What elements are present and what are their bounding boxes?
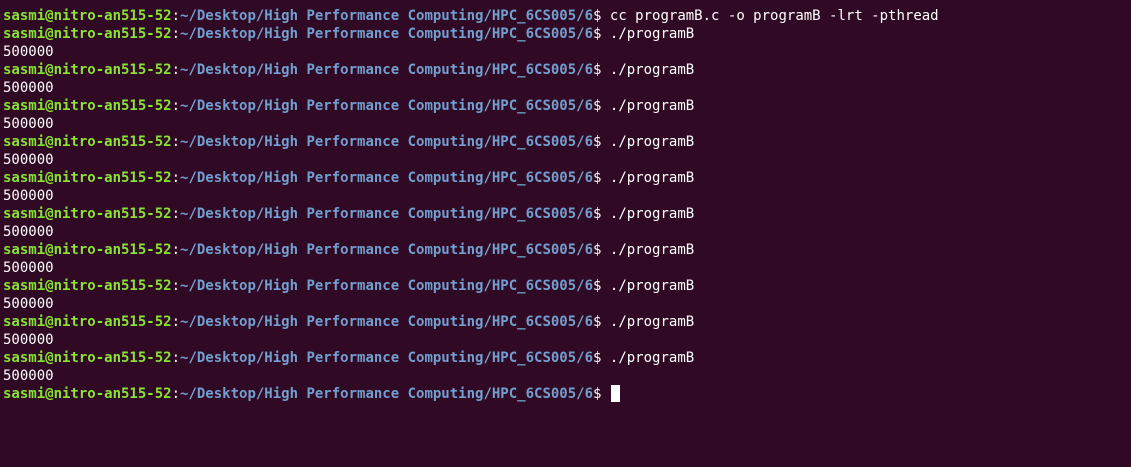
prompt-user-host: sasmi@nitro-an515-52 (3, 242, 172, 258)
output-line: 500000 (3, 115, 1131, 133)
prompt-user-host: sasmi@nitro-an515-52 (3, 8, 172, 24)
output-line: 500000 (3, 259, 1131, 277)
prompt-user-host: sasmi@nitro-an515-52 (3, 26, 172, 42)
prompt-line: sasmi@nitro-an515-52:~/Desktop/High Perf… (3, 277, 1131, 295)
prompt-separator: : (171, 206, 181, 222)
output-text: 500000 (3, 368, 54, 384)
prompt-separator: : (171, 62, 181, 78)
output-line: 500000 (3, 295, 1131, 313)
command-text: ./programB (609, 170, 695, 186)
command-text: ./programB (609, 314, 695, 330)
output-text: 500000 (3, 260, 54, 276)
prompt-separator: : (171, 170, 181, 186)
prompt-separator: : (171, 350, 181, 366)
output-text: 500000 (3, 116, 54, 132)
prompt-separator: : (171, 134, 181, 150)
prompt-line: sasmi@nitro-an515-52:~/Desktop/High Perf… (3, 25, 1131, 43)
terminal-window[interactable]: sasmi@nitro-an515-52:~/Desktop/High Perf… (0, 0, 1131, 467)
prompt-user-host: sasmi@nitro-an515-52 (3, 134, 172, 150)
prompt-path: ~/Desktop/High Performance Computing/HPC… (180, 206, 594, 222)
output-line: 500000 (3, 151, 1131, 169)
prompt-line: sasmi@nitro-an515-52:~/Desktop/High Perf… (3, 385, 1131, 403)
prompt-line: sasmi@nitro-an515-52:~/Desktop/High Perf… (3, 7, 1131, 25)
output-line: 500000 (3, 187, 1131, 205)
command-text: ./programB (609, 350, 695, 366)
command-text: cc programB.c -o programB -lrt -pthread (609, 8, 939, 24)
prompt-symbol: $ (593, 314, 610, 330)
prompt-symbol: $ (593, 242, 610, 258)
prompt-separator: : (171, 26, 181, 42)
prompt-separator: : (171, 278, 181, 294)
output-line: 500000 (3, 331, 1131, 349)
prompt-path: ~/Desktop/High Performance Computing/HPC… (180, 170, 594, 186)
output-text: 500000 (3, 188, 54, 204)
prompt-line: sasmi@nitro-an515-52:~/Desktop/High Perf… (3, 169, 1131, 187)
command-text: ./programB (609, 134, 695, 150)
prompt-separator: : (171, 386, 181, 402)
command-text: ./programB (609, 98, 695, 114)
prompt-path: ~/Desktop/High Performance Computing/HPC… (180, 62, 594, 78)
prompt-user-host: sasmi@nitro-an515-52 (3, 98, 172, 114)
prompt-path: ~/Desktop/High Performance Computing/HPC… (180, 26, 594, 42)
prompt-symbol: $ (593, 206, 610, 222)
prompt-path: ~/Desktop/High Performance Computing/HPC… (180, 386, 594, 402)
prompt-symbol: $ (593, 386, 610, 402)
prompt-separator: : (171, 98, 181, 114)
prompt-line: sasmi@nitro-an515-52:~/Desktop/High Perf… (3, 313, 1131, 331)
prompt-line: sasmi@nitro-an515-52:~/Desktop/High Perf… (3, 133, 1131, 151)
prompt-path: ~/Desktop/High Performance Computing/HPC… (180, 134, 594, 150)
prompt-user-host: sasmi@nitro-an515-52 (3, 170, 172, 186)
output-line: 500000 (3, 223, 1131, 241)
prompt-symbol: $ (593, 62, 610, 78)
command-text: ./programB (609, 26, 695, 42)
prompt-separator: : (171, 242, 181, 258)
prompt-line: sasmi@nitro-an515-52:~/Desktop/High Perf… (3, 205, 1131, 223)
output-text: 500000 (3, 44, 54, 60)
command-text: ./programB (609, 62, 695, 78)
text-cursor[interactable] (610, 385, 620, 402)
prompt-line: sasmi@nitro-an515-52:~/Desktop/High Perf… (3, 61, 1131, 79)
output-line: 500000 (3, 43, 1131, 61)
prompt-path: ~/Desktop/High Performance Computing/HPC… (180, 8, 594, 24)
prompt-path: ~/Desktop/High Performance Computing/HPC… (180, 278, 594, 294)
prompt-path: ~/Desktop/High Performance Computing/HPC… (180, 242, 594, 258)
prompt-path: ~/Desktop/High Performance Computing/HPC… (180, 314, 594, 330)
prompt-separator: : (171, 8, 181, 24)
prompt-user-host: sasmi@nitro-an515-52 (3, 350, 172, 366)
output-line: 500000 (3, 79, 1131, 97)
prompt-symbol: $ (593, 278, 610, 294)
command-text: ./programB (609, 242, 695, 258)
output-text: 500000 (3, 80, 54, 96)
prompt-user-host: sasmi@nitro-an515-52 (3, 62, 172, 78)
prompt-line: sasmi@nitro-an515-52:~/Desktop/High Perf… (3, 349, 1131, 367)
output-text: 500000 (3, 332, 54, 348)
prompt-user-host: sasmi@nitro-an515-52 (3, 278, 172, 294)
output-line: 500000 (3, 367, 1131, 385)
prompt-path: ~/Desktop/High Performance Computing/HPC… (180, 350, 594, 366)
prompt-line: sasmi@nitro-an515-52:~/Desktop/High Perf… (3, 97, 1131, 115)
command-text: ./programB (609, 278, 695, 294)
prompt-user-host: sasmi@nitro-an515-52 (3, 206, 172, 222)
prompt-symbol: $ (593, 8, 610, 24)
prompt-user-host: sasmi@nitro-an515-52 (3, 314, 172, 330)
prompt-path: ~/Desktop/High Performance Computing/HPC… (180, 98, 594, 114)
prompt-separator: : (171, 314, 181, 330)
output-text: 500000 (3, 224, 54, 240)
command-text: ./programB (609, 206, 695, 222)
prompt-symbol: $ (593, 26, 610, 42)
prompt-line: sasmi@nitro-an515-52:~/Desktop/High Perf… (3, 241, 1131, 259)
prompt-symbol: $ (593, 170, 610, 186)
output-text: 500000 (3, 152, 54, 168)
output-text: 500000 (3, 296, 54, 312)
prompt-symbol: $ (593, 134, 610, 150)
prompt-symbol: $ (593, 350, 610, 366)
prompt-user-host: sasmi@nitro-an515-52 (3, 386, 172, 402)
prompt-symbol: $ (593, 98, 610, 114)
